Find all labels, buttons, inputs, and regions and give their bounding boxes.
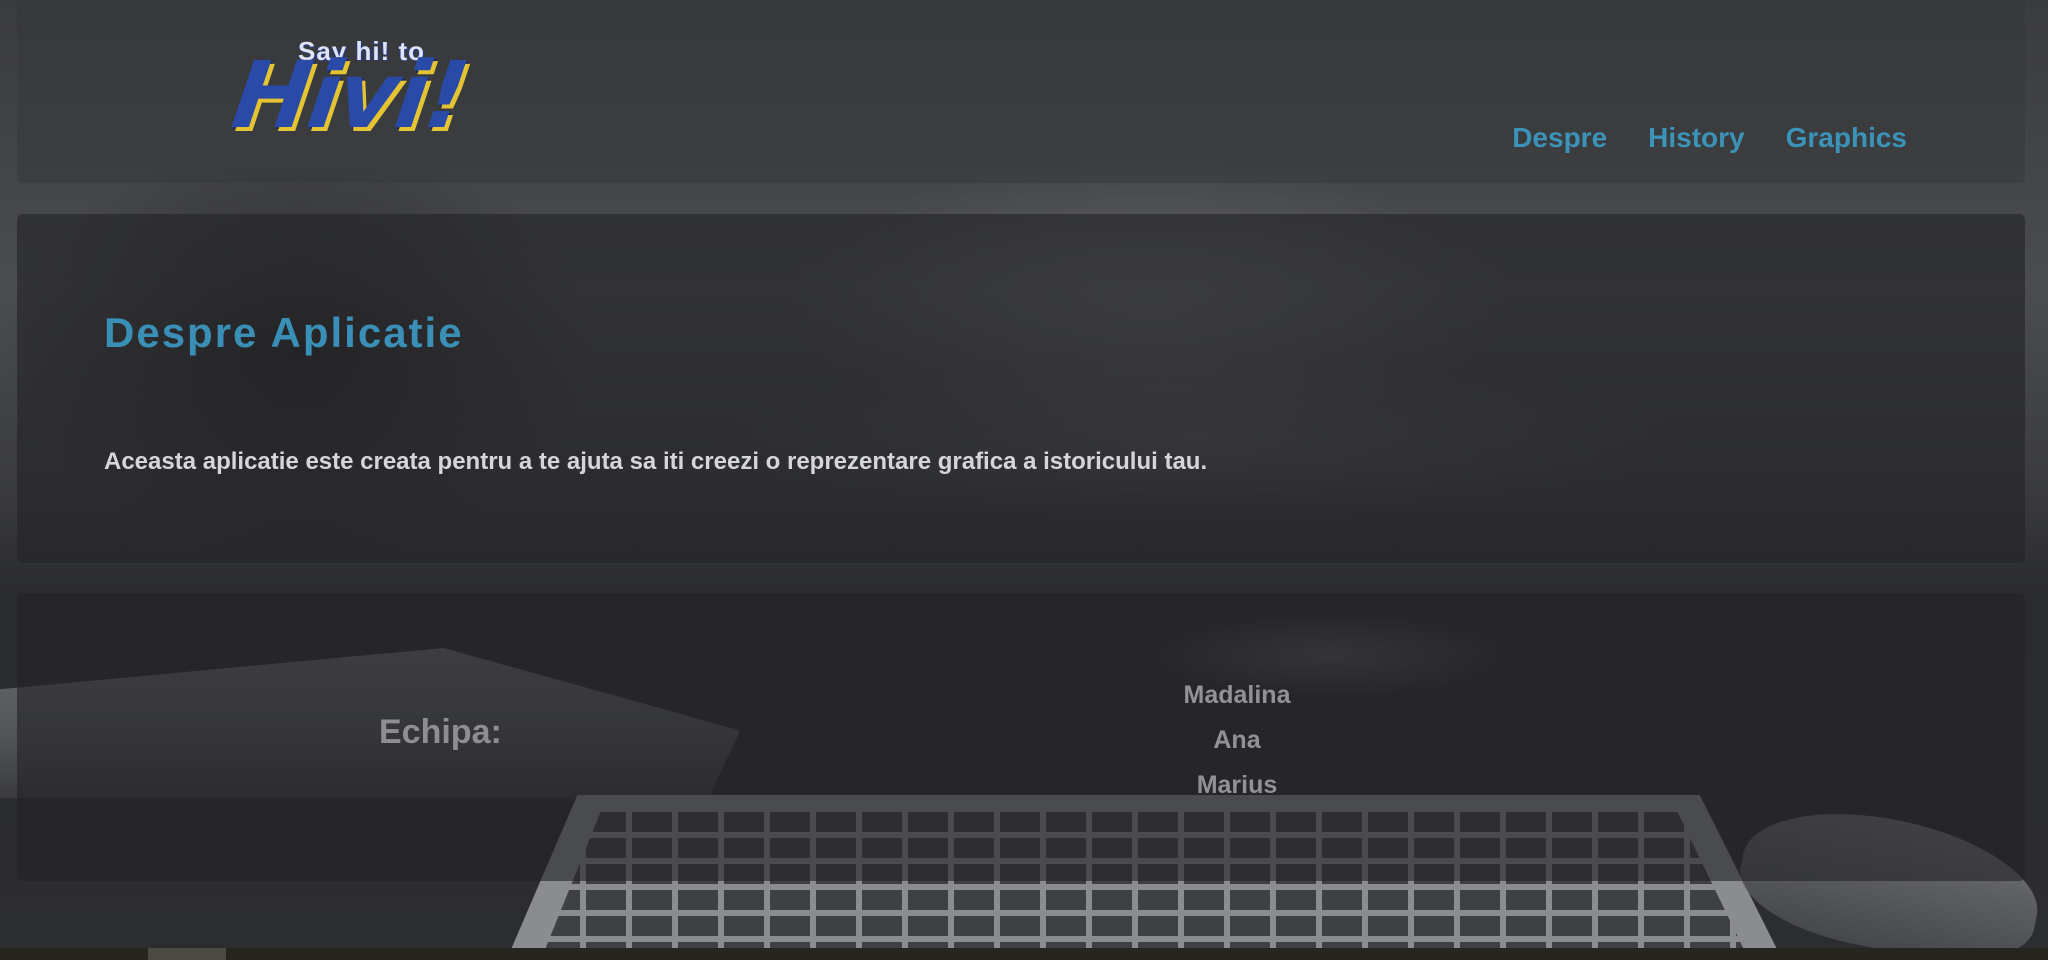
nav-link-history[interactable]: History — [1648, 122, 1744, 154]
team-section: Echipa: Madalina Ana Marius — [17, 593, 2025, 881]
team-label: Echipa: — [379, 713, 502, 751]
team-members-list: Madalina Ana Marius — [1137, 673, 1337, 808]
logo[interactable]: Say hi! to Hivi! — [226, 36, 560, 161]
team-member: Ana — [1213, 726, 1261, 754]
about-description: Aceasta aplicatie este creata pentru a t… — [104, 448, 1208, 475]
main-nav: Despre History Graphics — [1512, 122, 1907, 154]
about-section: Despre Aplicatie Aceasta aplicatie este … — [17, 214, 2025, 563]
nav-link-despre[interactable]: Despre — [1512, 122, 1607, 154]
team-member: Marius — [1196, 771, 1278, 799]
nav-link-graphics[interactable]: Graphics — [1786, 122, 1907, 154]
logo-name: Hivi! — [226, 42, 474, 149]
horizontal-scrollbar[interactable] — [0, 948, 2048, 960]
team-member: Madalina — [1183, 681, 1291, 709]
scrollbar-thumb[interactable] — [148, 948, 226, 960]
about-title: Despre Aplicatie — [104, 309, 464, 356]
site-header: Say hi! to Hivi! Despre History Graphics — [17, 0, 2025, 183]
